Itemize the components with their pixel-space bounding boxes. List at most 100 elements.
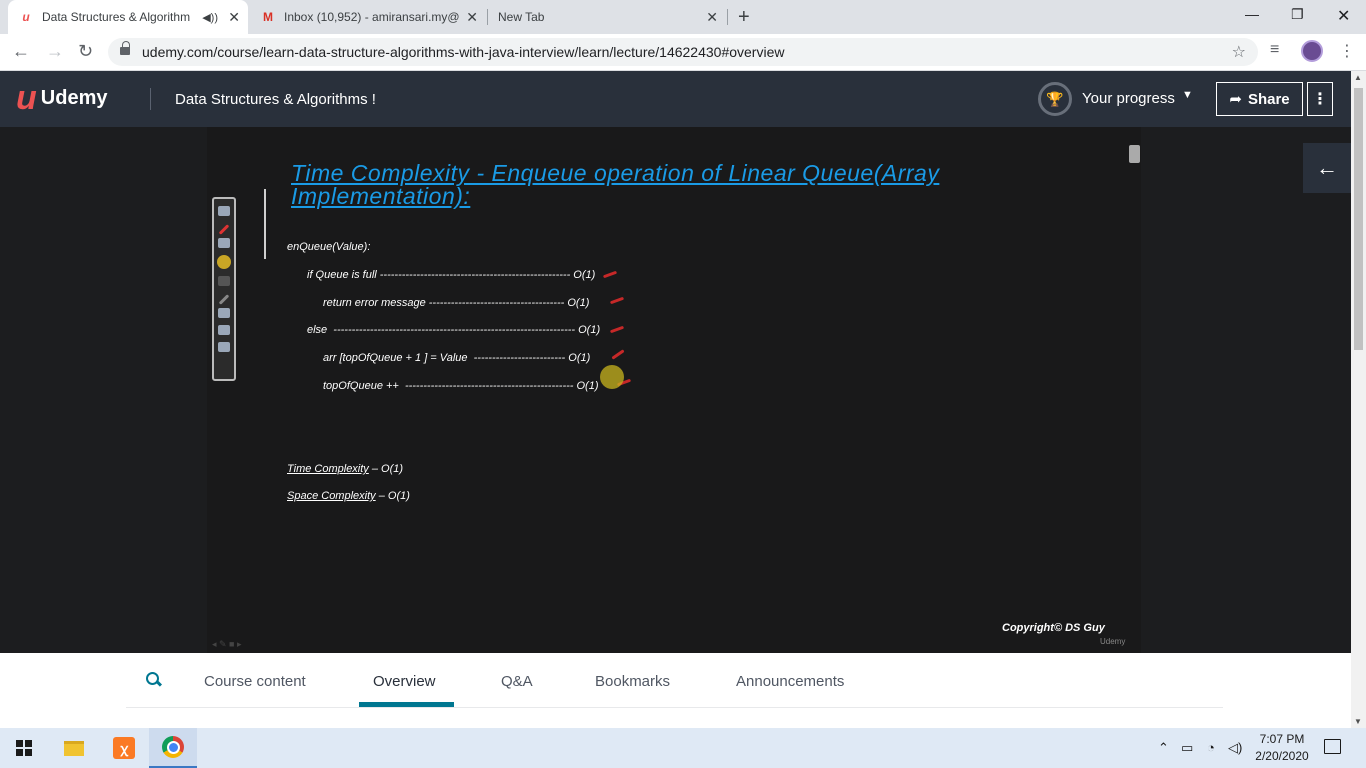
forward-icon[interactable]: → [46, 41, 64, 62]
space-complexity-value: – O(1) [375, 490, 410, 502]
share-label: Share [1247, 90, 1290, 108]
space-complexity-summary: Space Complexity – O(1) [287, 490, 410, 502]
select-tool-icon [218, 206, 230, 216]
clock-time: 7:07 PM [1259, 732, 1305, 746]
scroll-up-icon[interactable]: ▲ [1354, 73, 1362, 82]
xampp-icon: ꭓ [113, 737, 135, 759]
reload-icon[interactable]: ↻ [78, 41, 93, 62]
tab-title: Data Structures & Algorithm [42, 10, 191, 24]
annotation-toolbar [212, 197, 236, 381]
notification-icon[interactable] [1324, 739, 1341, 754]
browser-tab-strip: u Data Structures & Algorithm ◀)) ✕ M In… [0, 0, 1366, 34]
start-button[interactable] [0, 728, 48, 768]
bookmark-star-icon[interactable]: ☆ [1232, 42, 1246, 62]
screen-tool-icon [218, 325, 230, 335]
highlighter-tool-icon [217, 255, 231, 269]
rect-tool-icon [218, 308, 230, 318]
video-player[interactable]: Time Complexity - Enqueue operation of L… [0, 127, 1351, 653]
file-explorer-button[interactable] [50, 728, 98, 768]
minimize-icon[interactable]: — [1245, 6, 1259, 22]
faint-controls-icon: ◂ ✎ ■ ▸ [212, 639, 242, 649]
close-icon[interactable]: ✕ [228, 9, 240, 26]
system-clock[interactable]: 7:07 PM 2/20/2020 [1250, 731, 1314, 765]
more-options-button[interactable]: ⋮ [1307, 82, 1333, 116]
code-line: if Queue is full -----------------------… [307, 269, 596, 281]
progress-label[interactable]: Your progress [1082, 90, 1175, 107]
share-button[interactable]: ➦ Share [1216, 82, 1303, 116]
restore-icon[interactable]: ❐ [1291, 6, 1304, 23]
close-icon[interactable]: ✕ [706, 9, 718, 26]
browser-tab-newtab[interactable]: New Tab ✕ [488, 0, 726, 34]
tab-title: Inbox (10,952) - amiransari.my@ [284, 10, 459, 24]
chrome-icon [162, 736, 184, 758]
code-line: arr [topOfQueue + 1 ] = Value ----------… [323, 352, 591, 364]
udemy-logo[interactable]: u Udemy [16, 81, 108, 115]
udemy-icon: u [22, 10, 30, 24]
browser-toolbar: ← → ↻ udemy.com/course/learn-data-struct… [0, 34, 1366, 71]
folder-icon [64, 740, 84, 756]
arrow-left-icon: ← [1316, 155, 1338, 180]
share-arrow-icon: ➦ [1229, 91, 1242, 108]
red-check-mark [609, 296, 625, 305]
xampp-button[interactable]: ꭓ [100, 728, 148, 768]
time-complexity-summary: Time Complexity – O(1) [287, 463, 403, 475]
code-line: return error message -------------------… [323, 297, 590, 309]
back-icon[interactable]: ← [12, 41, 30, 62]
highlight-cursor [600, 365, 624, 389]
show-hidden-icons[interactable]: ⌃ [1158, 740, 1169, 756]
red-check-mark [609, 325, 625, 334]
header-divider [150, 88, 151, 110]
lock-icon [120, 41, 130, 57]
time-complexity-label: Time Complexity [287, 463, 369, 475]
tab-announcements[interactable]: Announcements [736, 673, 844, 690]
tab-course-content[interactable]: Course content [204, 673, 306, 690]
scrollbar-thumb[interactable] [1354, 88, 1363, 350]
course-title[interactable]: Data Structures & Algorithms ! [175, 91, 376, 108]
copyright-text: Copyright© DS Guy [1002, 622, 1105, 634]
volume-icon[interactable]: ◁) [1228, 740, 1242, 756]
udemy-logo-text: Udemy [40, 86, 108, 109]
chrome-button[interactable] [149, 728, 197, 768]
open-sidebar-button[interactable]: ← [1303, 143, 1351, 193]
chevron-down-icon[interactable]: ▼ [1182, 89, 1193, 101]
scroll-down-icon[interactable]: ▼ [1354, 717, 1362, 726]
battery-icon[interactable]: ▭ [1181, 740, 1193, 756]
search-icon[interactable] [146, 672, 160, 686]
pointer-tool-icon [218, 276, 230, 286]
trophy-icon[interactable]: 🏆 [1038, 82, 1072, 116]
browser-tab-udemy[interactable]: u Data Structures & Algorithm ◀)) ✕ [8, 0, 248, 34]
close-icon[interactable]: ✕ [466, 9, 478, 26]
slide-divider [264, 189, 266, 259]
course-header: u Udemy Data Structures & Algorithms ! 🏆… [0, 71, 1351, 127]
lecture-slide: Time Complexity - Enqueue operation of L… [207, 127, 1141, 653]
floating-toolbar-icon[interactable] [1129, 145, 1140, 163]
profile-avatar[interactable] [1301, 40, 1323, 62]
code-line: else -----------------------------------… [307, 324, 601, 336]
line-tool-icon [218, 294, 230, 305]
page-scrollbar[interactable]: ▲ ▼ [1351, 71, 1366, 728]
screen2-tool-icon [218, 342, 230, 352]
pen-tool-icon [218, 224, 230, 235]
wifi-icon[interactable]: ◔ [1207, 740, 1215, 755]
menu-kebab-icon[interactable]: ⋮ [1339, 41, 1355, 61]
windows-logo-icon [16, 740, 32, 756]
tab-title: New Tab [498, 10, 545, 24]
gmail-icon: M [263, 10, 273, 24]
audio-icon[interactable]: ◀)) [202, 11, 218, 24]
tab-overview[interactable]: Overview [373, 673, 436, 690]
space-complexity-label: Space Complexity [287, 490, 376, 502]
slide-title: Time Complexity - Enqueue operation of L… [291, 160, 940, 209]
window-close-icon[interactable]: ✕ [1337, 6, 1350, 26]
url-text: udemy.com/course/learn-data-structure-al… [142, 44, 785, 60]
address-bar[interactable]: udemy.com/course/learn-data-structure-al… [108, 38, 1258, 66]
clock-date: 2/20/2020 [1255, 749, 1309, 763]
course-tabs-bar: Course content Overview Q&A Bookmarks An… [0, 653, 1351, 728]
media-queue-icon[interactable]: ≡ [1270, 41, 1279, 59]
tab-bookmarks[interactable]: Bookmarks [595, 673, 670, 690]
code-line: enQueue(Value): [287, 241, 371, 253]
tab-qa[interactable]: Q&A [501, 673, 533, 690]
tab-separator [727, 9, 728, 25]
new-tab-icon[interactable]: + [738, 6, 750, 29]
eraser-tool-icon [218, 238, 230, 248]
browser-tab-gmail[interactable]: M Inbox (10,952) - amiransari.my@ ✕ [250, 0, 486, 34]
